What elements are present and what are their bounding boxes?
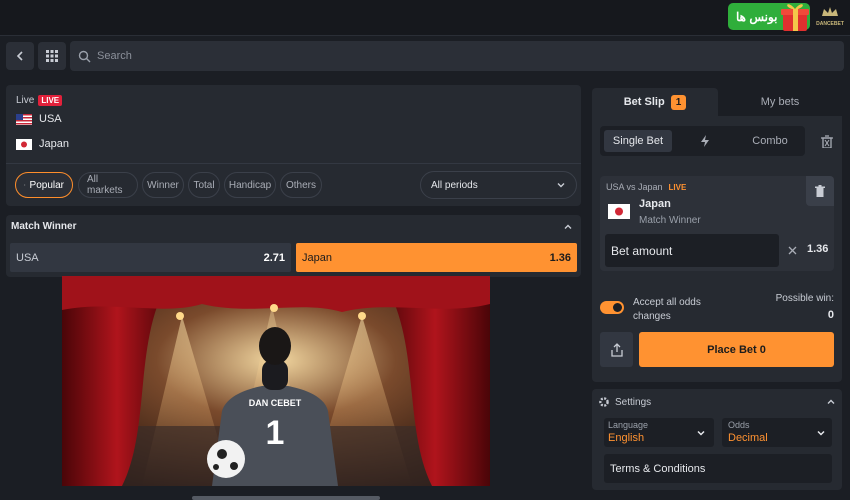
- team-row-usa: USA: [16, 113, 62, 125]
- banner-scrollbar[interactable]: [192, 496, 380, 500]
- live-badge: LIVE: [38, 95, 63, 106]
- period-value: All periods: [431, 179, 478, 191]
- bet-mode-toggle: Single Bet Combo: [600, 126, 805, 156]
- remove-bet-button[interactable]: [806, 176, 834, 206]
- language-select[interactable]: Language English: [604, 418, 714, 447]
- chevron-down-icon: [557, 183, 565, 188]
- multiply-icon: [788, 246, 797, 255]
- chevron-up-icon[interactable]: [563, 222, 573, 232]
- gift-icon: [781, 4, 809, 31]
- combo-button[interactable]: Combo: [740, 130, 800, 152]
- crown-icon: DANCEBET: [816, 7, 844, 27]
- odd-button-japan[interactable]: Japan 1.36: [296, 243, 577, 272]
- chip-popular[interactable]: Popular: [15, 172, 73, 198]
- team-row-japan: Japan: [16, 138, 69, 150]
- usa-flag-icon: [16, 113, 32, 125]
- team1-name: USA: [39, 113, 62, 125]
- odds-format-select[interactable]: Odds Decimal: [722, 418, 832, 447]
- language-value: English: [608, 432, 645, 444]
- market-title: Match Winner: [11, 221, 77, 232]
- chip-handicap[interactable]: Handicap: [224, 172, 276, 198]
- chevron-down-icon: [817, 430, 825, 436]
- tab-bet-slip-label: Bet Slip: [623, 96, 665, 108]
- team2-name: Japan: [39, 138, 69, 150]
- odds-value: Decimal: [728, 432, 768, 444]
- trash-icon: [815, 185, 825, 197]
- bet-event: USA vs Japan LIVE: [606, 182, 687, 192]
- top-bar: بونس ها DANCEBET: [0, 0, 850, 36]
- grid-icon: [46, 50, 58, 62]
- live-label: Live: [16, 95, 35, 106]
- chip-winner[interactable]: Winner: [142, 172, 184, 198]
- football-player-stage-image: DAN CEBET 1: [62, 276, 490, 486]
- toggle-knob: [613, 303, 622, 312]
- search-input[interactable]: Search: [70, 41, 844, 71]
- chip-all-markets[interactable]: All markets: [78, 172, 138, 198]
- possible-win-label: Possible win:: [775, 293, 834, 304]
- settings-title: Settings: [615, 396, 652, 408]
- place-bet-button[interactable]: Place Bet 0: [639, 332, 834, 367]
- chevron-left-icon: [16, 51, 23, 61]
- lightning-icon: [701, 135, 709, 147]
- menu-grid-button[interactable]: [38, 42, 66, 70]
- terms-link[interactable]: Terms & Conditions: [604, 454, 832, 483]
- odd-button-usa[interactable]: USA 2.71: [10, 243, 291, 272]
- period-select[interactable]: All periods: [420, 171, 577, 199]
- logo-text: DANCEBET: [816, 21, 844, 27]
- single-bet-button[interactable]: Single Bet: [604, 130, 672, 152]
- tab-bet-slip[interactable]: Bet Slip 1: [592, 88, 718, 116]
- bet-slip-panel: Single Bet Combo USA vs Japan LIVE Japan…: [592, 116, 842, 382]
- live-indicator: Live LIVE: [16, 95, 63, 106]
- match-panel: Live LIVE USA Japan Popular All markets …: [6, 85, 581, 206]
- search-placeholder: Search: [97, 50, 132, 62]
- bet-amount-input[interactable]: Bet amount: [605, 234, 779, 267]
- bet-market: Match Winner: [639, 215, 701, 226]
- jersey-number: 1: [266, 414, 285, 452]
- settings-header[interactable]: Settings: [598, 396, 651, 408]
- odds-label: Odds: [728, 420, 750, 430]
- bet-live-tag: LIVE: [668, 182, 687, 192]
- accept-odds-label: Accept all odds changes: [633, 297, 701, 322]
- japan-flag-icon: [608, 204, 630, 219]
- chevron-down-icon: [697, 430, 705, 436]
- odd-value: 1.36: [549, 251, 571, 264]
- chip-total[interactable]: Total: [188, 172, 220, 198]
- settings-panel: Settings Language English Odds Decimal T…: [592, 389, 842, 490]
- chip-others[interactable]: Others: [280, 172, 322, 198]
- bonus-label: بونس ها: [736, 9, 778, 24]
- odd-team: Japan: [302, 251, 332, 264]
- back-button[interactable]: [6, 42, 34, 70]
- chevron-up-icon[interactable]: [826, 397, 836, 407]
- share-bet-button[interactable]: [600, 332, 633, 367]
- odd-value: 2.71: [263, 251, 285, 264]
- language-label: Language: [608, 420, 649, 430]
- bet-odd-value: 1.36: [807, 243, 829, 255]
- bet-item: USA vs Japan LIVE Japan Match Winner Bet…: [600, 176, 834, 271]
- japan-flag-icon: [16, 138, 32, 150]
- tab-my-bets[interactable]: My bets: [718, 88, 842, 116]
- possible-win-value: 0: [827, 309, 834, 321]
- bet-selection: Japan: [639, 198, 671, 210]
- promo-banner[interactable]: DAN CEBET 1: [62, 276, 490, 486]
- bet-count-badge: 1: [670, 94, 687, 110]
- share-icon: [610, 342, 623, 357]
- sparkle-icon: [24, 184, 26, 186]
- odd-team: USA: [16, 251, 39, 264]
- gear-icon: [599, 397, 609, 407]
- jersey-text: DAN CEBET: [249, 398, 302, 408]
- brand-logo[interactable]: DANCEBET: [814, 4, 846, 30]
- clear-trash-icon[interactable]: [821, 135, 833, 148]
- search-icon: [78, 50, 91, 62]
- divider: [6, 163, 581, 164]
- accept-odds-toggle[interactable]: [600, 301, 624, 314]
